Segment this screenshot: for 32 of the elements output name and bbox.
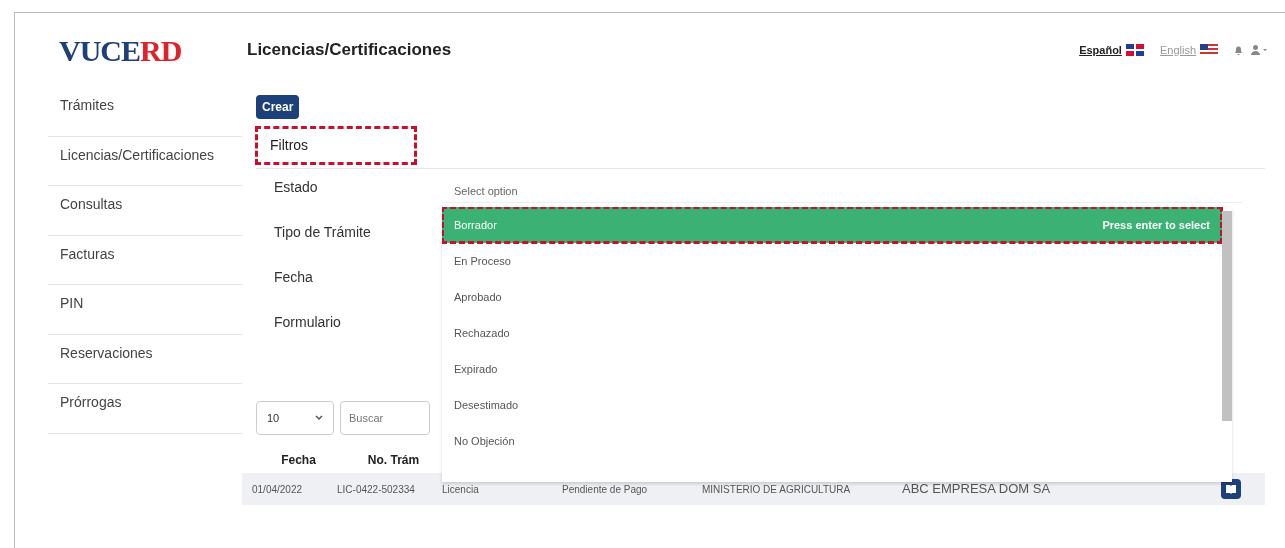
sidebar-item[interactable]: Facturas xyxy=(48,235,242,285)
logo: VUCERD xyxy=(59,32,183,69)
table-cell-text: 01/04/2022 xyxy=(252,482,304,497)
table-cell-text: LIC-0422-502334 xyxy=(337,482,416,497)
page-size-select[interactable]: 10 xyxy=(256,401,334,435)
create-button[interactable]: Crear xyxy=(256,95,300,119)
table-cell-text: Licencia xyxy=(442,482,480,497)
search-field[interactable]: Buscar xyxy=(340,401,430,435)
dropdown-option[interactable]: Aprobado xyxy=(442,279,1222,315)
language-link[interactable]: Español xyxy=(1079,41,1144,59)
page-title: Licencias/Certificaciones xyxy=(247,39,452,62)
dropdown-option[interactable]: Desestimado xyxy=(442,387,1222,423)
filter-label: Estado xyxy=(273,178,319,197)
filter-label: Tipo de Trámite xyxy=(273,223,372,242)
sidebar-item[interactable]: Consultas xyxy=(48,186,242,236)
table-cell-text: ABC EMPRESA DOM SA xyxy=(902,480,1052,499)
filter-label: Formulario xyxy=(273,313,342,332)
option-hint: Press enter to select xyxy=(1102,217,1210,233)
filter-label: Fecha xyxy=(273,268,314,287)
dropdown-option[interactable]: Expirado xyxy=(442,351,1222,387)
dropdown-option[interactable]: Rechazado xyxy=(442,315,1222,351)
table-cell-text: MINISTERIO DE AGRICULTURA xyxy=(702,482,852,497)
sidebar-item[interactable]: Trámites xyxy=(48,87,242,137)
dropdown-option[interactable]: En Proceso xyxy=(442,243,1222,279)
status-select[interactable]: Select option xyxy=(442,179,1242,203)
column-header[interactable]: Fecha xyxy=(256,451,341,469)
sidebar-item[interactable]: PIN xyxy=(48,285,242,335)
sidebar-item[interactable]: Reservaciones xyxy=(48,334,242,384)
table-cell-text: Pendiente de Pago xyxy=(562,482,649,497)
sidebar-item[interactable]: Licencias/Certificaciones xyxy=(48,136,242,186)
filters-title: Filtros xyxy=(256,127,416,164)
sidebar-item[interactable]: Prórrogas xyxy=(48,384,242,434)
